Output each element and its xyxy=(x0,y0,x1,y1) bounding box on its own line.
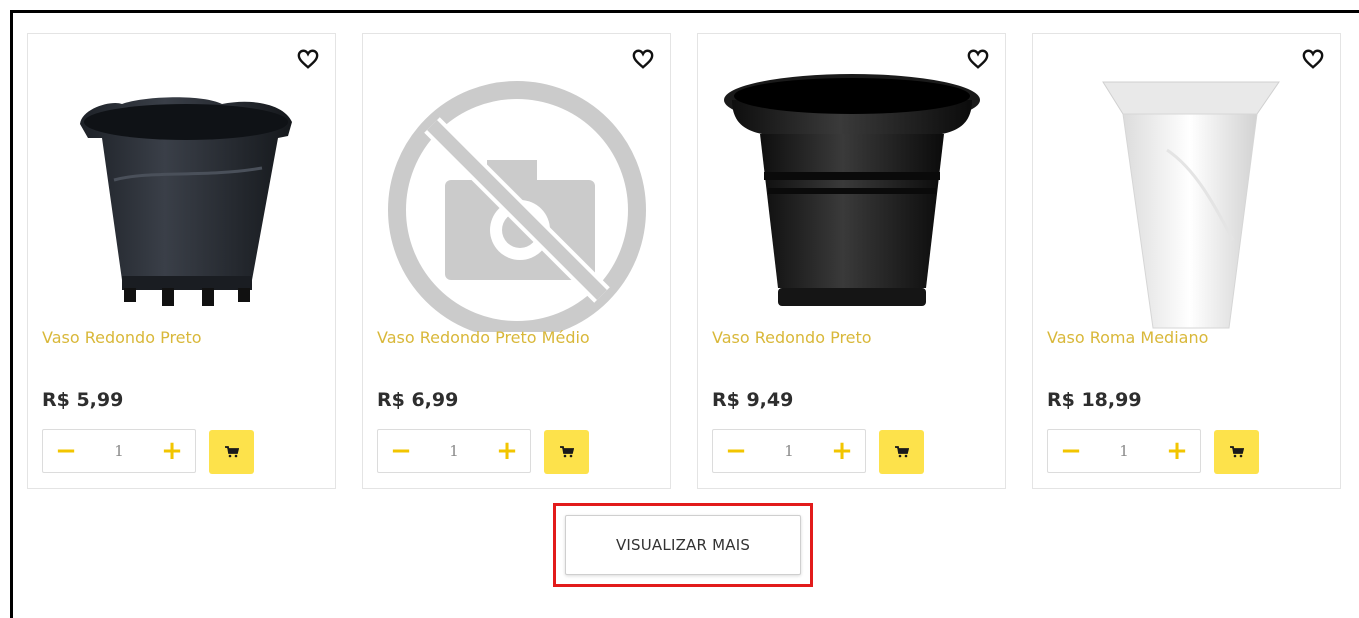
add-to-cart-button[interactable] xyxy=(209,430,254,474)
increase-button[interactable]: + xyxy=(825,430,859,472)
decrease-button[interactable]: − xyxy=(49,430,83,472)
cart-icon xyxy=(894,446,909,458)
quantity-value[interactable]: 1 xyxy=(426,430,482,472)
decrease-button[interactable]: − xyxy=(719,430,753,472)
cart-icon xyxy=(224,446,239,458)
quantity-value[interactable]: 1 xyxy=(91,430,147,472)
product-image[interactable] xyxy=(722,60,982,332)
product-card: Vaso Redondo Preto R$ 5,99 − 1 + xyxy=(27,33,336,489)
decrease-button[interactable]: − xyxy=(384,430,418,472)
product-name[interactable]: Vaso Redondo Preto xyxy=(42,328,202,347)
product-price: R$ 5,99 xyxy=(42,389,124,411)
product-name[interactable]: Vaso Redondo Preto Médio xyxy=(377,328,590,347)
increase-button[interactable]: + xyxy=(155,430,189,472)
product-price: R$ 18,99 xyxy=(1047,389,1142,411)
product-card: Vaso Redondo Preto R$ 9,49 − 1 + xyxy=(697,33,1006,489)
view-more-button[interactable]: VISUALIZAR MAIS xyxy=(565,515,801,575)
cart-icon xyxy=(1229,446,1244,458)
no-image-placeholder[interactable] xyxy=(387,60,647,332)
product-price: R$ 6,99 xyxy=(377,389,459,411)
product-price: R$ 9,49 xyxy=(712,389,794,411)
product-card: Vaso Redondo Preto Médio R$ 6,99 − 1 + xyxy=(362,33,671,489)
quantity-value[interactable]: 1 xyxy=(1096,430,1152,472)
decrease-button[interactable]: − xyxy=(1054,430,1088,472)
quantity-stepper: − 1 + xyxy=(377,429,531,473)
add-to-cart-button[interactable] xyxy=(544,430,589,474)
increase-button[interactable]: + xyxy=(1160,430,1194,472)
quantity-stepper: − 1 + xyxy=(42,429,196,473)
add-to-cart-button[interactable] xyxy=(879,430,924,474)
quantity-stepper: − 1 + xyxy=(1047,429,1201,473)
increase-button[interactable]: + xyxy=(490,430,524,472)
quantity-stepper: − 1 + xyxy=(712,429,866,473)
product-name[interactable]: Vaso Redondo Preto xyxy=(712,328,872,347)
highlight-box: VISUALIZAR MAIS xyxy=(553,503,813,587)
add-to-cart-button[interactable] xyxy=(1214,430,1259,474)
cart-icon xyxy=(559,446,574,458)
product-name[interactable]: Vaso Roma Mediano xyxy=(1047,328,1208,347)
product-image[interactable] xyxy=(52,60,312,332)
product-card: Vaso Roma Mediano R$ 18,99 − 1 + xyxy=(1032,33,1341,489)
product-image[interactable] xyxy=(1057,60,1317,332)
quantity-value[interactable]: 1 xyxy=(761,430,817,472)
